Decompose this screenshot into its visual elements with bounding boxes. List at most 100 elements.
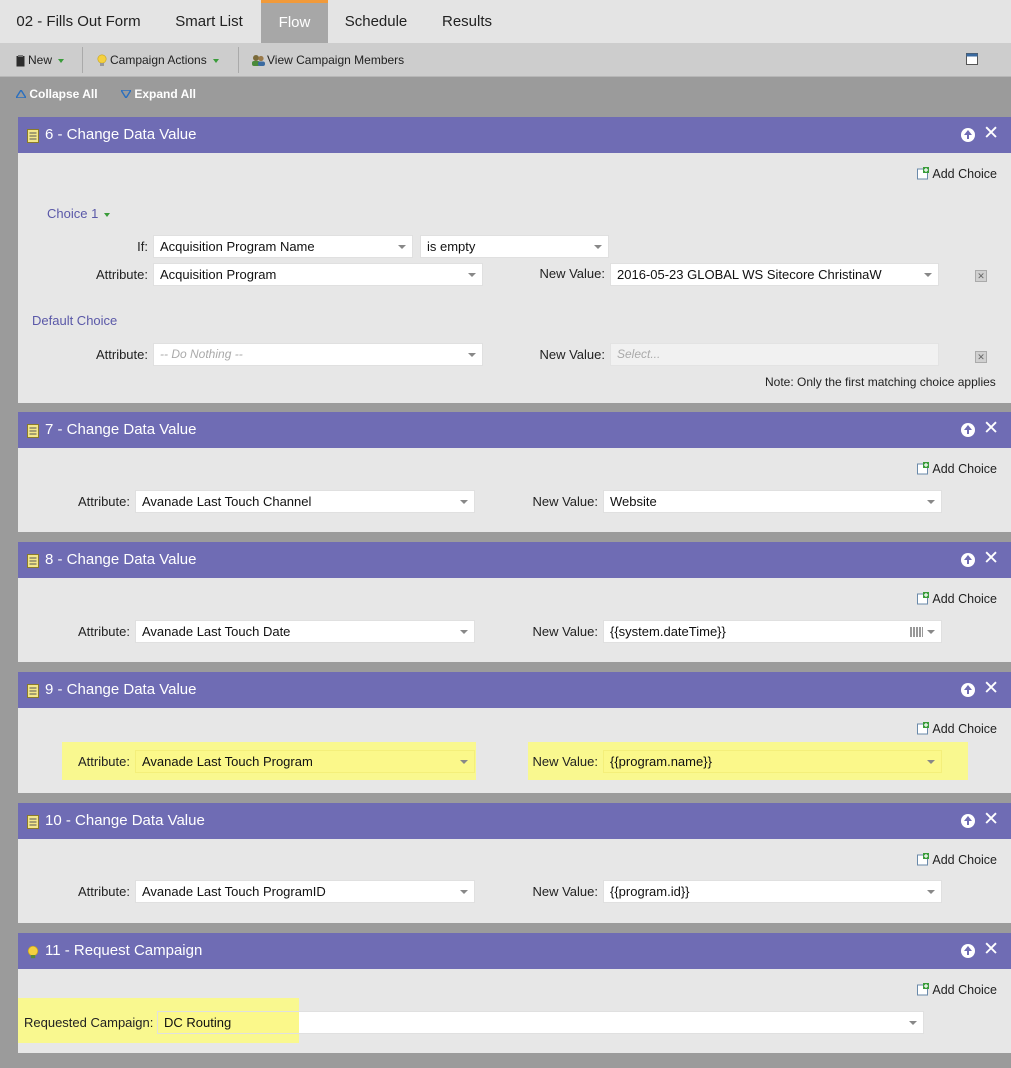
default-new-value-select[interactable]: Select...: [610, 343, 939, 366]
flow-step-11: 11 - Request Campaign ✕ Add Choice Reque…: [18, 933, 1011, 1053]
default-attribute-select[interactable]: -- Do Nothing --: [153, 343, 483, 366]
tab-smart-list[interactable]: Smart List: [157, 0, 261, 43]
add-choice-button[interactable]: Add Choice: [917, 853, 997, 867]
members-icon: [252, 55, 265, 67]
add-choice-label: Add Choice: [932, 462, 997, 476]
step-header: 11 - Request Campaign ✕: [18, 933, 1011, 969]
attribute-label: Attribute:: [77, 754, 130, 769]
default-choice-label: Default Choice: [32, 313, 118, 328]
chevron-down-icon: [460, 760, 468, 764]
flow-step-6: 6 - Change Data Value ✕ Add Choice Choic…: [18, 117, 1011, 403]
choice-1-header[interactable]: Choice 1: [47, 206, 111, 221]
step-header: 10 - Change Data Value ✕: [18, 803, 1011, 839]
default-attribute-value: -- Do Nothing --: [160, 347, 243, 361]
campaign-actions-button[interactable]: Campaign Actions: [97, 52, 219, 68]
new-value-select[interactable]: {{program.name}}: [603, 750, 942, 773]
chevron-down-icon: [460, 500, 468, 504]
attribute-value: Avanade Last Touch Channel: [142, 494, 312, 509]
add-choice-button[interactable]: Add Choice: [917, 983, 997, 997]
add-icon: [917, 983, 930, 996]
close-icon[interactable]: ✕: [983, 940, 999, 960]
flow-step-7: 7 - Change Data Value ✕ Add Choice Attri…: [18, 412, 1011, 532]
step-title: 6 - Change Data Value: [45, 126, 197, 143]
attribute-select[interactable]: Avanade Last Touch ProgramID: [135, 880, 475, 903]
chevron-down-icon: [460, 630, 468, 634]
change-data-icon: [27, 554, 39, 568]
add-icon: [917, 722, 930, 735]
move-up-icon[interactable]: [961, 814, 975, 828]
add-choice-button[interactable]: Add Choice: [917, 462, 997, 476]
attribute-select[interactable]: Avanade Last Touch Date: [135, 620, 475, 643]
new-value-select[interactable]: Website: [603, 490, 942, 513]
collapse-all-button[interactable]: Collapse All: [14, 87, 98, 101]
toolbar-divider: [238, 47, 239, 73]
new-value-select[interactable]: {{system.dateTime}}: [603, 620, 942, 643]
chevron-down-icon: [909, 1021, 917, 1025]
tab-bar: 02 - Fills Out Form Smart List Flow Sche…: [0, 0, 1011, 43]
chevron-down-icon: [398, 245, 406, 249]
move-up-icon[interactable]: [961, 944, 975, 958]
first-match-note: Note: Only the first matching choice app…: [765, 375, 996, 389]
expand-icon: [119, 89, 133, 100]
chevron-down-icon: [927, 890, 935, 894]
add-icon: [917, 592, 930, 605]
new-value-label: New Value:: [532, 754, 598, 769]
delete-choice-icon[interactable]: ✕: [975, 270, 987, 282]
requested-campaign-label: Requested Campaign:: [24, 1015, 154, 1030]
new-value-label: New Value:: [532, 494, 598, 509]
window-icon[interactable]: [966, 53, 978, 65]
chevron-down-icon: [927, 500, 935, 504]
if-field-select[interactable]: Acquisition Program Name: [153, 235, 413, 258]
change-data-icon: [27, 424, 39, 438]
flow-step-8: 8 - Change Data Value ✕ Add Choice Attri…: [18, 542, 1011, 662]
if-operator-select[interactable]: is empty: [420, 235, 609, 258]
lightbulb-icon: [97, 54, 107, 67]
new-value-select[interactable]: {{program.id}}: [603, 880, 942, 903]
change-data-icon: [27, 815, 39, 829]
move-up-icon[interactable]: [961, 423, 975, 437]
move-up-icon[interactable]: [961, 128, 975, 142]
attribute-select[interactable]: Acquisition Program: [153, 263, 483, 286]
expand-all-button[interactable]: Expand All: [119, 87, 196, 101]
default-new-value-placeholder: Select...: [617, 347, 661, 361]
close-icon[interactable]: ✕: [983, 419, 999, 439]
move-up-icon[interactable]: [961, 683, 975, 697]
step-title: 10 - Change Data Value: [45, 812, 205, 829]
if-operator-value: is empty: [427, 239, 476, 254]
calendar-icon[interactable]: [910, 627, 923, 637]
add-choice-button[interactable]: Add Choice: [917, 592, 997, 606]
delete-choice-icon[interactable]: ✕: [975, 351, 987, 363]
new-value-label: New Value:: [539, 347, 605, 362]
choice-1-label: Choice 1: [47, 206, 99, 221]
chevron-down-icon: [104, 212, 111, 217]
close-icon[interactable]: ✕: [983, 549, 999, 569]
move-up-icon[interactable]: [961, 553, 975, 567]
close-icon[interactable]: ✕: [983, 810, 999, 830]
step-title: 11 - Request Campaign: [45, 942, 203, 959]
new-value-select[interactable]: 2016-05-23 GLOBAL WS Sitecore ChristinaW: [610, 263, 939, 286]
new-icon: [16, 54, 25, 67]
add-choice-button[interactable]: Add Choice: [917, 167, 997, 181]
new-value-value: Website: [610, 494, 657, 509]
tab-campaign-name[interactable]: 02 - Fills Out Form: [0, 0, 157, 43]
new-label: New: [28, 53, 53, 67]
close-icon[interactable]: ✕: [983, 679, 999, 699]
collapse-icon: [14, 88, 28, 99]
add-choice-button[interactable]: Add Choice: [917, 722, 997, 736]
close-icon[interactable]: ✕: [983, 124, 999, 144]
collapse-all-label: Collapse All: [29, 87, 98, 101]
flow-step-10: 10 - Change Data Value ✕ Add Choice Attr…: [18, 803, 1011, 923]
add-icon: [917, 853, 930, 866]
new-button[interactable]: New: [16, 52, 65, 68]
tab-results[interactable]: Results: [424, 0, 510, 43]
tab-schedule[interactable]: Schedule: [328, 0, 424, 43]
attribute-label: Attribute:: [77, 884, 130, 899]
attribute-label: Attribute:: [95, 347, 148, 362]
chevron-down-icon: [460, 890, 468, 894]
attribute-select[interactable]: Avanade Last Touch Channel: [135, 490, 475, 513]
tab-flow[interactable]: Flow: [261, 0, 328, 43]
expand-all-label: Expand All: [134, 87, 196, 101]
attribute-value: Avanade Last Touch Date: [142, 624, 291, 639]
attribute-select[interactable]: Avanade Last Touch Program: [135, 750, 475, 773]
view-campaign-members-button[interactable]: View Campaign Members: [251, 52, 404, 68]
